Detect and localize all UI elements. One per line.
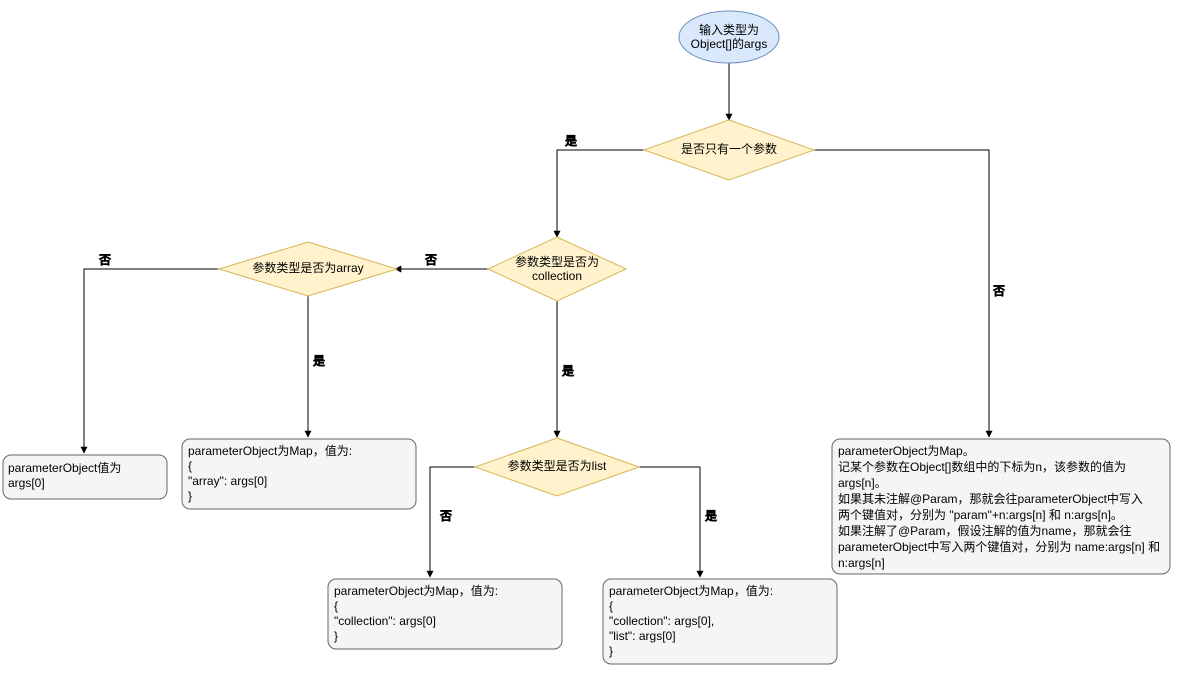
svg-text:parameterObject为Map，值为:: parameterObject为Map，值为: <box>609 583 773 598</box>
svg-text:参数类型是否为list: 参数类型是否为list <box>508 458 607 473</box>
decision-is-array: 参数类型是否为array <box>219 242 397 296</box>
terminal-multi-params: parameterObject为Map。 记某个参数在Object[]数组中的下… <box>832 439 1170 574</box>
terminal-collection-map: parameterObject为Map，值为: { "collection": … <box>328 579 562 649</box>
svg-text:"list": args[0]: "list": args[0] <box>609 629 676 643</box>
edge-label-no: 否 <box>425 253 437 267</box>
edge-label-yes: 是 <box>565 134 577 148</box>
svg-text:}: } <box>609 644 613 658</box>
edge-label-yes: 是 <box>313 354 325 368</box>
svg-text:参数类型是否为: 参数类型是否为 <box>515 254 599 269</box>
svg-text:"collection": args[0],: "collection": args[0], <box>609 614 714 628</box>
flowchart-canvas: 是 否 否 是 否 是 否 是 输入类型为 Object[]的args 是否只有… <box>0 0 1184 684</box>
svg-text:输入类型为: 输入类型为 <box>699 22 759 37</box>
svg-text:"collection": args[0]: "collection": args[0] <box>334 614 436 628</box>
svg-text:Object[]的args: Object[]的args <box>691 36 768 51</box>
edge-label-no: 否 <box>440 509 452 523</box>
svg-text:parameterObject为Map，值为:: parameterObject为Map，值为: <box>334 583 498 598</box>
decision-is-collection: 参数类型是否为 collection <box>488 237 626 301</box>
decision-is-list: 参数类型是否为list <box>475 438 639 496</box>
decision-only-one-param: 是否只有一个参数 <box>644 120 814 180</box>
svg-text:是否只有一个参数: 是否只有一个参数 <box>681 141 777 156</box>
terminal-list-map: parameterObject为Map，值为: { "collection": … <box>603 579 837 664</box>
svg-text:parameterObject中写入两个键值对，分别为 na: parameterObject中写入两个键值对，分别为 name:args[n]… <box>838 539 1160 554</box>
svg-text:}: } <box>188 489 192 503</box>
svg-text:记某个参数在Object[]数组中的下标为n，该参数的值为: 记某个参数在Object[]数组中的下标为n，该参数的值为 <box>838 459 1126 474</box>
edge-label-no: 否 <box>99 253 111 267</box>
svg-text:}: } <box>334 629 338 643</box>
svg-text:args[0]: args[0] <box>8 476 45 490</box>
svg-text:{: { <box>334 599 338 613</box>
svg-text:parameterObject值为: parameterObject值为 <box>8 460 121 475</box>
edge-label-yes: 是 <box>705 509 717 523</box>
svg-text:"array": args[0]: "array": args[0] <box>188 474 267 488</box>
svg-text:n:args[n]: n:args[n] <box>838 556 885 570</box>
svg-text:collection: collection <box>532 269 582 283</box>
edge-label-no: 否 <box>993 284 1005 298</box>
svg-text:parameterObject为Map，值为:: parameterObject为Map，值为: <box>188 443 352 458</box>
terminal-array-map: parameterObject为Map，值为: { "array": args[… <box>182 439 416 509</box>
svg-text:参数类型是否为array: 参数类型是否为array <box>252 260 363 275</box>
start-node: 输入类型为 Object[]的args <box>679 11 779 63</box>
svg-text:args[n]。: args[n]。 <box>838 476 887 490</box>
terminal-args0: parameterObject值为 args[0] <box>3 455 167 499</box>
svg-text:parameterObject为Map。: parameterObject为Map。 <box>838 444 975 458</box>
svg-text:{: { <box>188 459 192 473</box>
svg-text:两个键值对，分别为 "param"+n:args[n] 和: 两个键值对，分别为 "param"+n:args[n] 和 n:args[n]。 <box>838 507 1123 522</box>
svg-text:{: { <box>609 599 613 613</box>
edge-label-yes: 是 <box>562 364 574 378</box>
svg-text:如果其未注解@Param，那就会往parameterObje: 如果其未注解@Param，那就会往parameterObject中写入 <box>838 491 1143 506</box>
svg-text:如果注解了@Param，假设注解的值为name，那就会往: 如果注解了@Param，假设注解的值为name，那就会往 <box>838 523 1132 538</box>
